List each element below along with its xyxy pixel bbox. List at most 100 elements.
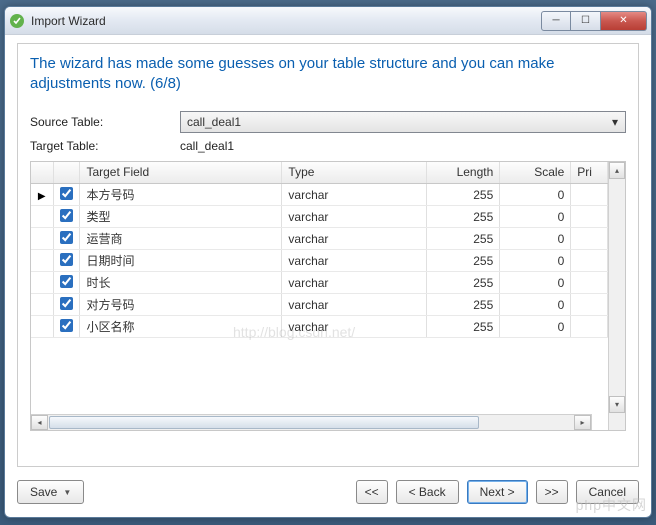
- hscroll-thumb[interactable]: [49, 416, 479, 429]
- cell-scale[interactable]: 0: [500, 272, 571, 294]
- source-label: Source Table:: [30, 115, 180, 129]
- row-checkbox-cell: [53, 228, 80, 250]
- col-scale[interactable]: Scale: [500, 162, 571, 184]
- table-row[interactable]: 小区名称varchar2550: [31, 316, 608, 338]
- row-checkbox-cell: [53, 294, 80, 316]
- titlebar[interactable]: Import Wizard ─ ☐ ✕: [5, 7, 651, 35]
- cell-primary[interactable]: [571, 184, 608, 206]
- cell-scale[interactable]: 0: [500, 228, 571, 250]
- scroll-right-button[interactable]: ▸: [574, 415, 591, 430]
- table-row[interactable]: 时长varchar2550: [31, 272, 608, 294]
- cell-type[interactable]: varchar: [282, 184, 426, 206]
- row-indicator: [31, 228, 53, 250]
- target-table-value: call_deal1: [180, 139, 234, 153]
- minimize-button[interactable]: ─: [541, 11, 571, 31]
- grid-vscrollbar[interactable]: ▴ ▾: [608, 162, 625, 430]
- source-table-row: Source Table: call_deal1 ▾: [30, 111, 626, 133]
- table-row[interactable]: 运营商varchar2550: [31, 228, 608, 250]
- include-checkbox[interactable]: [60, 319, 73, 332]
- row-checkbox-cell: [53, 272, 80, 294]
- cell-length[interactable]: 255: [426, 206, 499, 228]
- scroll-down-button[interactable]: ▾: [609, 396, 625, 413]
- cell-primary[interactable]: [571, 228, 608, 250]
- cell-length[interactable]: 255: [426, 272, 499, 294]
- cell-field[interactable]: 对方号码: [80, 294, 282, 316]
- cell-length[interactable]: 255: [426, 228, 499, 250]
- save-label: Save: [30, 485, 57, 499]
- back-button[interactable]: < Back: [396, 480, 459, 504]
- wizard-heading: The wizard has made some guesses on your…: [30, 54, 626, 95]
- watermark-bottom: php中文网: [576, 495, 647, 515]
- row-indicator: [31, 316, 53, 338]
- target-label: Target Table:: [30, 139, 180, 153]
- include-checkbox[interactable]: [60, 187, 73, 200]
- cell-type[interactable]: varchar: [282, 316, 426, 338]
- cell-scale[interactable]: 0: [500, 184, 571, 206]
- scroll-up-button[interactable]: ▴: [609, 162, 625, 179]
- scroll-left-button[interactable]: ◂: [31, 415, 48, 430]
- include-checkbox[interactable]: [60, 297, 73, 310]
- close-button[interactable]: ✕: [601, 11, 647, 31]
- cell-type[interactable]: varchar: [282, 294, 426, 316]
- window-title: Import Wizard: [31, 14, 541, 28]
- cell-field[interactable]: 时长: [80, 272, 282, 294]
- cell-scale[interactable]: 0: [500, 206, 571, 228]
- cell-primary[interactable]: [571, 272, 608, 294]
- table-row[interactable]: 对方号码varchar2550: [31, 294, 608, 316]
- cell-primary[interactable]: [571, 316, 608, 338]
- grid-table: Target Field Type Length Scale Pri ▶本方号码…: [31, 162, 608, 339]
- col-target-field[interactable]: Target Field: [80, 162, 282, 184]
- cell-field[interactable]: 本方号码: [80, 184, 282, 206]
- cell-field[interactable]: 小区名称: [80, 316, 282, 338]
- table-row[interactable]: ▶本方号码varchar2550: [31, 184, 608, 206]
- include-checkbox[interactable]: [60, 275, 73, 288]
- source-table-value: call_deal1: [187, 115, 241, 129]
- cell-length[interactable]: 255: [426, 316, 499, 338]
- app-icon: [9, 13, 25, 29]
- row-indicator: [31, 250, 53, 272]
- content-panel: The wizard has made some guesses on your…: [17, 43, 639, 467]
- row-checkbox-cell: [53, 316, 80, 338]
- first-button[interactable]: <<: [356, 480, 388, 504]
- cell-scale[interactable]: 0: [500, 294, 571, 316]
- cell-scale[interactable]: 0: [500, 316, 571, 338]
- cell-field[interactable]: 日期时间: [80, 250, 282, 272]
- cell-length[interactable]: 255: [426, 250, 499, 272]
- target-table-row: Target Table: call_deal1: [30, 139, 626, 153]
- next-button[interactable]: Next >: [467, 480, 528, 504]
- include-checkbox[interactable]: [60, 253, 73, 266]
- row-indicator: [31, 294, 53, 316]
- cell-field[interactable]: 类型: [80, 206, 282, 228]
- col-type[interactable]: Type: [282, 162, 426, 184]
- include-checkbox[interactable]: [60, 231, 73, 244]
- source-table-dropdown[interactable]: call_deal1 ▾: [180, 111, 626, 133]
- cell-type[interactable]: varchar: [282, 206, 426, 228]
- col-length[interactable]: Length: [426, 162, 499, 184]
- field-grid: Target Field Type Length Scale Pri ▶本方号码…: [30, 161, 626, 431]
- table-row[interactable]: 日期时间varchar2550: [31, 250, 608, 272]
- row-checkbox-cell: [53, 250, 80, 272]
- cell-length[interactable]: 255: [426, 294, 499, 316]
- save-button[interactable]: Save ▼: [17, 480, 84, 504]
- cell-type[interactable]: varchar: [282, 228, 426, 250]
- maximize-button[interactable]: ☐: [571, 11, 601, 31]
- row-indicator: [31, 206, 53, 228]
- grid-header-row: Target Field Type Length Scale Pri: [31, 162, 608, 184]
- cell-field[interactable]: 运营商: [80, 228, 282, 250]
- cell-type[interactable]: varchar: [282, 272, 426, 294]
- window-controls: ─ ☐ ✕: [541, 11, 647, 31]
- col-checkbox: [53, 162, 80, 184]
- cell-type[interactable]: varchar: [282, 250, 426, 272]
- cell-length[interactable]: 255: [426, 184, 499, 206]
- col-primary[interactable]: Pri: [571, 162, 608, 184]
- row-indicator: [31, 272, 53, 294]
- table-row[interactable]: 类型varchar2550: [31, 206, 608, 228]
- cell-scale[interactable]: 0: [500, 250, 571, 272]
- last-button[interactable]: >>: [536, 480, 568, 504]
- grid-hscrollbar[interactable]: ◂ ▸: [31, 414, 592, 430]
- cell-primary[interactable]: [571, 206, 608, 228]
- include-checkbox[interactable]: [60, 209, 73, 222]
- cell-primary[interactable]: [571, 250, 608, 272]
- row-checkbox-cell: [53, 184, 80, 206]
- cell-primary[interactable]: [571, 294, 608, 316]
